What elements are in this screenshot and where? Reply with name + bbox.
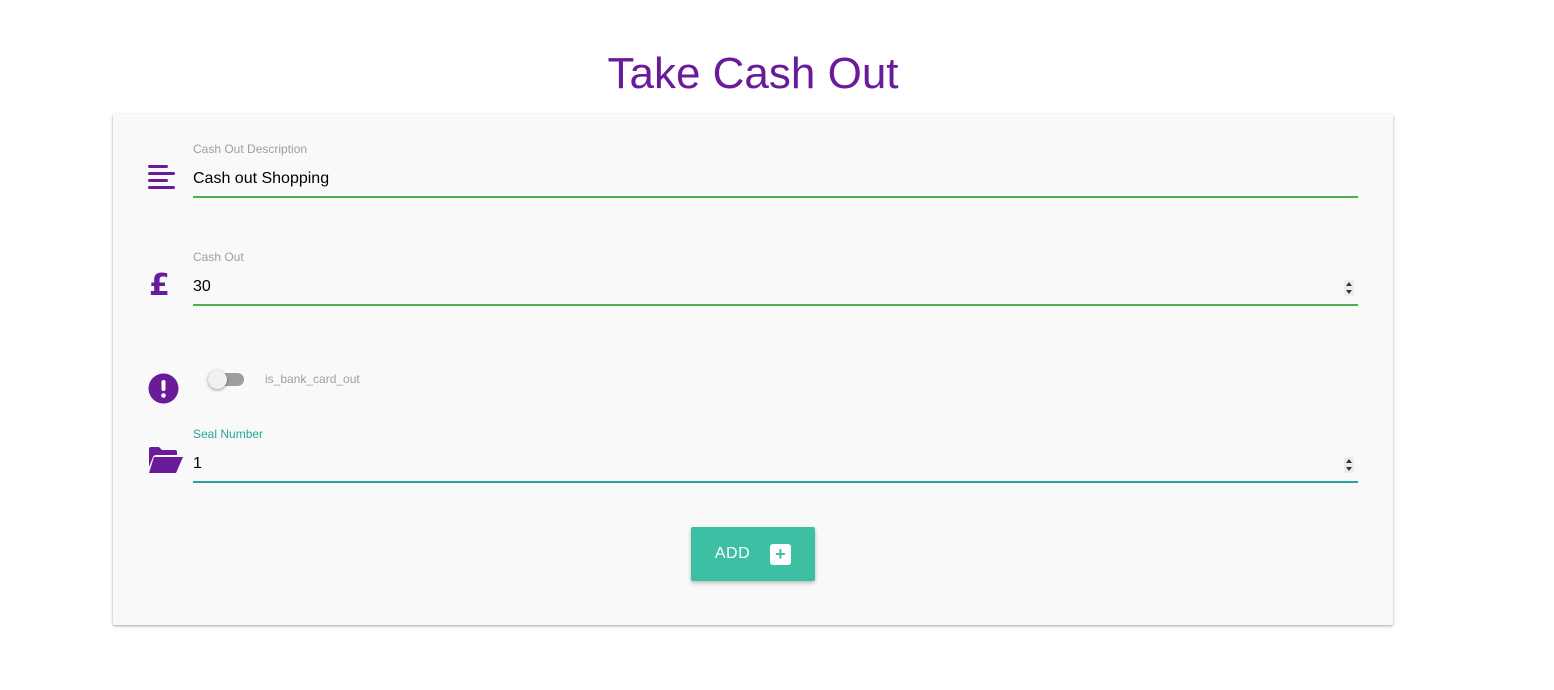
bank-card-out-row: is_bank_card_out [208, 370, 360, 389]
align-left-icon [148, 158, 184, 194]
seal-number-field: Seal Number [193, 427, 1358, 483]
spinner-up-icon[interactable] [1346, 459, 1352, 463]
description-label: Cash Out Description [193, 142, 308, 156]
cash-out-input-wrapper [193, 270, 1358, 306]
svg-text:£: £ [149, 269, 170, 299]
spinner-down-icon[interactable] [1346, 290, 1352, 294]
cash-out-label: Cash Out [193, 250, 244, 264]
add-button-label: ADD [714, 545, 751, 562]
folder-open-icon [148, 442, 184, 478]
seal-number-input[interactable] [193, 447, 1358, 483]
exclamation-circle-icon [148, 370, 184, 406]
description-input[interactable] [193, 162, 1358, 198]
page-title: Take Cash Out [607, 49, 899, 98]
pound-sign-icon: £ [148, 266, 184, 302]
cash-out-input[interactable] [193, 270, 1358, 306]
add-button[interactable]: ADD + [691, 527, 815, 581]
spinner-up-icon[interactable] [1346, 282, 1352, 286]
cash-out-form-card: Cash Out Description £ Cash Out [113, 114, 1393, 625]
bank-card-out-label: is_bank_card_out [265, 372, 360, 386]
seal-number-label: Seal Number [193, 427, 264, 441]
cash-out-field: Cash Out [193, 250, 1358, 306]
toggle-thumb [208, 370, 227, 389]
page: Take Cash Out Cash Out Description £ Cas… [0, 0, 1554, 690]
bank-card-out-toggle[interactable] [208, 370, 245, 389]
seal-number-spinner[interactable] [1344, 457, 1354, 473]
seal-number-input-wrapper [193, 447, 1358, 483]
spinner-down-icon[interactable] [1346, 467, 1352, 471]
description-field: Cash Out Description [193, 142, 1358, 198]
cash-out-spinner[interactable] [1344, 280, 1354, 296]
plus-square-icon: + [770, 543, 792, 565]
